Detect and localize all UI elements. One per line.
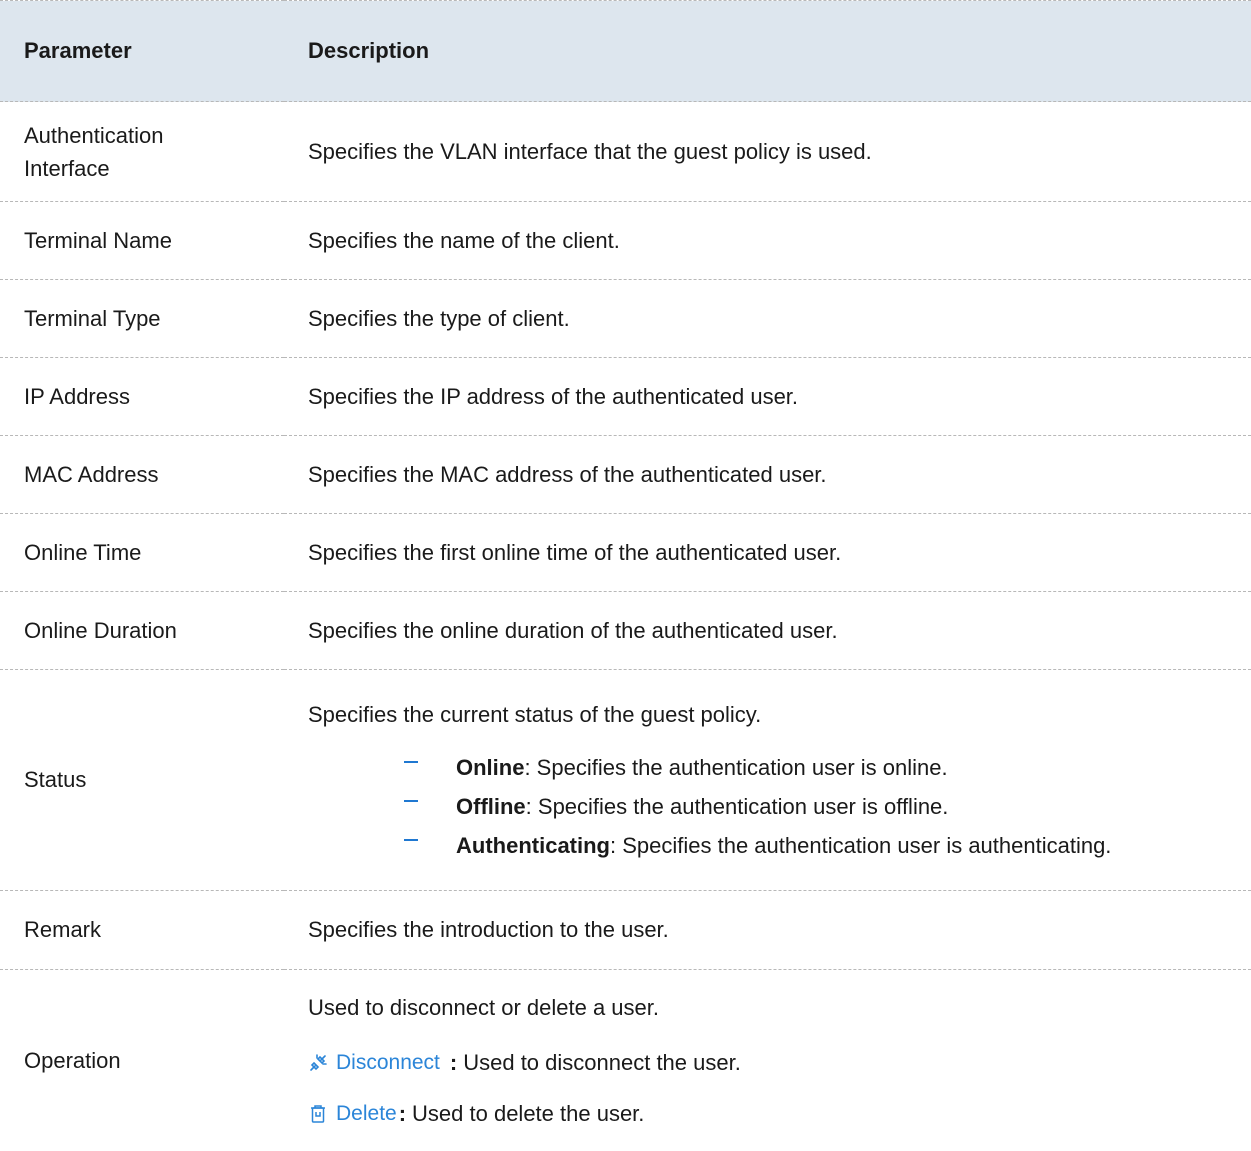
desc-cell: Specifies the first online time of the a…: [284, 514, 1251, 592]
table-row: Online Duration Specifies the online dur…: [0, 592, 1251, 670]
status-intro: Specifies the current status of the gues…: [308, 698, 1251, 731]
bullet-text: : Specifies the authentication user is a…: [610, 833, 1111, 858]
operation-delete-line: Delete : Used to delete the user.: [308, 1097, 1251, 1130]
disconnect-label: Disconnect: [336, 1046, 440, 1079]
param-cell: Online Time: [0, 514, 284, 592]
desc-cell: Specifies the type of client.: [284, 280, 1251, 358]
operation-intro: Used to disconnect or delete a user.: [308, 991, 1251, 1024]
param-cell: Operation: [0, 970, 284, 1151]
desc-cell: Specifies the VLAN interface that the gu…: [284, 102, 1251, 202]
dash-icon: [404, 839, 418, 841]
disconnect-button[interactable]: Disconnect: [308, 1046, 440, 1079]
status-bullet-online: Online: Specifies the authentication use…: [308, 751, 1251, 784]
table-header-row: Parameter Description: [0, 1, 1251, 102]
param-cell: Terminal Type: [0, 280, 284, 358]
param-cell: Authentication Interface: [0, 102, 284, 202]
table-row: IP Address Specifies the IP address of t…: [0, 358, 1251, 436]
operation-text: Used to disconnect the user.: [463, 1046, 741, 1079]
bullet-text: : Specifies the authentication user is o…: [524, 755, 947, 780]
delete-label: Delete: [336, 1097, 397, 1130]
dash-icon: [404, 800, 418, 802]
param-cell: IP Address: [0, 358, 284, 436]
header-parameter: Parameter: [0, 1, 284, 102]
status-bullet-offline: Offline: Specifies the authentication us…: [308, 790, 1251, 823]
bullet-text: : Specifies the authentication user is o…: [526, 794, 949, 819]
table-row: Terminal Type Specifies the type of clie…: [0, 280, 1251, 358]
trash-icon: [308, 1104, 328, 1124]
disconnect-icon: [308, 1053, 328, 1073]
desc-cell: Specifies the IP address of the authenti…: [284, 358, 1251, 436]
desc-cell: Specifies the online duration of the aut…: [284, 592, 1251, 670]
desc-cell: Specifies the current status of the gues…: [284, 670, 1251, 891]
table-row: Online Time Specifies the first online t…: [0, 514, 1251, 592]
param-cell: Terminal Name: [0, 202, 284, 280]
param-cell: Remark: [0, 891, 284, 970]
param-cell: Online Duration: [0, 592, 284, 670]
table-row-status: Status Specifies the current status of t…: [0, 670, 1251, 891]
operation-disconnect-line: Disconnect : Used to disconnect the user…: [308, 1046, 1251, 1079]
bullet-term: Authenticating: [456, 833, 610, 858]
param-cell: MAC Address: [0, 436, 284, 514]
desc-cell: Specifies the introduction to the user.: [284, 891, 1251, 970]
desc-cell: Used to disconnect or delete a user.: [284, 970, 1251, 1151]
bullet-term: Online: [456, 755, 524, 780]
colon: :: [399, 1097, 406, 1130]
table-row: MAC Address Specifies the MAC address of…: [0, 436, 1251, 514]
dash-icon: [404, 761, 418, 763]
desc-cell: Specifies the name of the client.: [284, 202, 1251, 280]
bullet-term: Offline: [456, 794, 526, 819]
status-bullet-authenticating: Authenticating: Specifies the authentica…: [308, 829, 1251, 862]
operation-text: Used to delete the user.: [412, 1097, 644, 1130]
table-row: Authentication Interface Specifies the V…: [0, 102, 1251, 202]
table-row: Terminal Name Specifies the name of the …: [0, 202, 1251, 280]
colon: :: [450, 1046, 457, 1079]
table-row: Remark Specifies the introduction to the…: [0, 891, 1251, 970]
param-name: Authentication Interface: [24, 119, 224, 185]
header-description: Description: [284, 1, 1251, 102]
param-cell: Status: [0, 670, 284, 891]
delete-button[interactable]: Delete: [308, 1097, 397, 1130]
desc-cell: Specifies the MAC address of the authent…: [284, 436, 1251, 514]
table-row-operation: Operation Used to disconnect or delete a…: [0, 970, 1251, 1151]
parameter-table: Parameter Description Authentication Int…: [0, 0, 1251, 1151]
